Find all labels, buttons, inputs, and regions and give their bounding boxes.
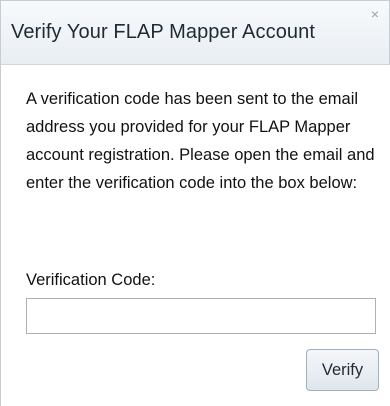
verify-button[interactable]: Verify bbox=[306, 349, 379, 391]
verification-code-label: Verification Code: bbox=[26, 271, 156, 289]
verification-message: A verification code has been sent to the… bbox=[26, 90, 375, 192]
dialog-body: A verification code has been sent to the… bbox=[0, 65, 390, 406]
dialog-title: Verify Your FLAP Mapper Account bbox=[11, 21, 316, 43]
close-icon[interactable]: × bbox=[371, 7, 379, 21]
verification-code-input[interactable] bbox=[26, 298, 376, 334]
verify-account-dialog: Verify Your FLAP Mapper Account × A veri… bbox=[0, 0, 390, 406]
dialog-titlebar: Verify Your FLAP Mapper Account × bbox=[0, 0, 390, 65]
